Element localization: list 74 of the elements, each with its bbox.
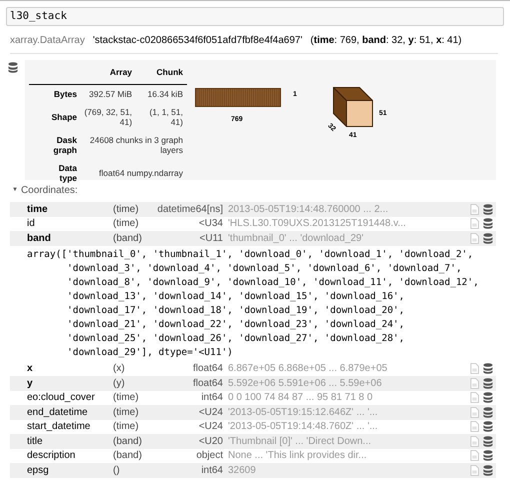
array-name: 'stackstac-c020866534f6f051afd7fbf8e4f4a697' xyxy=(92,34,302,48)
coordinate-dtype: <U20 xyxy=(198,434,223,449)
coordinate-name: epsg xyxy=(27,464,50,478)
coordinate-preview: 5.592e+06 5.591e+06 ... 5.59e+06 xyxy=(228,376,382,391)
coordinate-dims: (x) xyxy=(113,362,126,376)
row-label: Bytes xyxy=(52,88,77,99)
coordinate-preview: '2013-05-05T19:14:48.760Z' ... '... xyxy=(228,420,378,434)
coordinate-dtype: datetime64[ns] xyxy=(156,202,223,217)
section-title[interactable]: Coordinates: xyxy=(20,183,78,198)
coordinate-dtype: <U11 xyxy=(198,232,223,246)
coordinate-preview: '2013-05-05T19:15:12.646Z' ... '... xyxy=(228,406,378,420)
dims-summary: (time: 769, band: 32, y: 51, x: 41) xyxy=(310,34,462,48)
coordinate-dims: (time) xyxy=(113,217,140,232)
coordinate-preview: None ... 'This link provides dir... xyxy=(228,449,367,464)
table-cell: (1, 1, 51, 41) xyxy=(149,106,183,127)
row-label: Shape xyxy=(50,112,77,122)
coordinate-dtype: float64 xyxy=(192,362,223,376)
coordinate-dtype: int64 xyxy=(200,391,223,406)
coordinate-name: eo:cloud_cover xyxy=(27,391,96,406)
array-data: array(['thumbnail_0', 'thumbnail_1', 'download_0', 'download_1', 'download_2', 'download_3', 'download_4', 'download_5', 'download_6', 'download_7', 'download_8', 'download_9', 'download_10', 'download_11', 'download_12', 'download_13', 'download_14', 'download_15', 'download_16', 'download_17', 'download_18', 'download_19', 'download_20', 'download_21', 'download_22', 'download_23', 'download_24', 'download_25', 'download_26', 'download_27', 'download_28', 'download_29'], dtype='<U11') xyxy=(26,248,480,360)
database-icon[interactable] xyxy=(483,406,493,418)
table-cell: (769, 32, 51, 41) xyxy=(84,106,132,127)
coordinate-dims: () xyxy=(113,464,121,478)
row-label: Data type xyxy=(58,162,77,183)
row-label: Dask graph xyxy=(52,134,77,155)
database-icon[interactable] xyxy=(483,421,493,432)
coordinate-dims: (time) xyxy=(113,391,140,406)
database-icon[interactable] xyxy=(483,378,493,389)
column-header: Array xyxy=(110,67,132,77)
coordinate-dims: (band) xyxy=(113,449,143,464)
table-cell: 16.34 kiB xyxy=(148,88,183,99)
coordinate-name: title xyxy=(27,434,44,449)
database-icon[interactable] xyxy=(483,204,493,215)
coordinate-dims: (y) xyxy=(113,376,126,391)
code-input-field[interactable]: l30_stack xyxy=(6,7,504,26)
coordinate-dims: (time) xyxy=(113,202,140,217)
database-icon[interactable] xyxy=(8,62,18,73)
coordinate-name: start_datetime xyxy=(27,420,92,434)
coordinate-preview: 'HLS.L30.T09UXS.2013125T191448.v... xyxy=(228,217,406,232)
coordinate-dims: (band) xyxy=(113,232,143,246)
coordinate-name: end_datetime xyxy=(27,406,89,420)
coordinate-name: x xyxy=(27,362,34,376)
database-icon[interactable] xyxy=(483,436,493,447)
coordinate-dtype: object xyxy=(195,449,223,464)
type-name: xarray.DataArray xyxy=(10,34,85,48)
coordinate-preview: 32609 xyxy=(228,464,256,478)
database-icon[interactable] xyxy=(483,464,493,476)
table-cell-text: float64 numpy.ndarray xyxy=(98,168,183,178)
column-header: Chunk xyxy=(156,67,183,77)
coordinate-preview: 0 0 100 74 84 87 ... 95 81 71 8 0 xyxy=(228,391,373,406)
database-icon[interactable] xyxy=(483,218,493,230)
coordinate-dtype: <U24 xyxy=(198,406,223,420)
coordinate-name: time xyxy=(27,202,49,217)
database-icon[interactable] xyxy=(483,450,493,462)
coordinate-dtype: float64 xyxy=(192,376,223,391)
coordinate-dims: (band) xyxy=(113,434,143,449)
coordinate-preview: 'Thumbnail [0]' ... 'Direct Down... xyxy=(228,434,371,449)
coordinate-name: id xyxy=(27,217,36,232)
coordinate-dtype: <U24 xyxy=(198,420,223,434)
database-icon[interactable] xyxy=(483,392,493,404)
database-icon[interactable] xyxy=(483,363,493,374)
coordinate-dtype: int64 xyxy=(200,464,223,478)
coordinate-preview: 2013-05-05T19:14:48.760000 ... 2... xyxy=(228,202,388,217)
coordinate-dims: (time) xyxy=(113,406,140,420)
database-icon[interactable] xyxy=(483,232,493,244)
coordinate-name: band xyxy=(27,232,52,246)
coordinate-preview: 6.867e+05 6.868e+05 ... 6.879e+05 xyxy=(228,362,388,376)
table-cell-text: 24608 chunks in 3 graph layers xyxy=(88,134,183,155)
coordinate-preview: 'thumbnail_0' ... 'download_29' xyxy=(228,232,364,246)
coordinate-name: y xyxy=(27,376,34,391)
coordinate-dtype: <U34 xyxy=(198,217,223,232)
table-cell: 392.57 MiB xyxy=(89,88,132,99)
coordinate-dims: (time) xyxy=(113,420,140,434)
coordinate-name: description xyxy=(27,449,76,464)
